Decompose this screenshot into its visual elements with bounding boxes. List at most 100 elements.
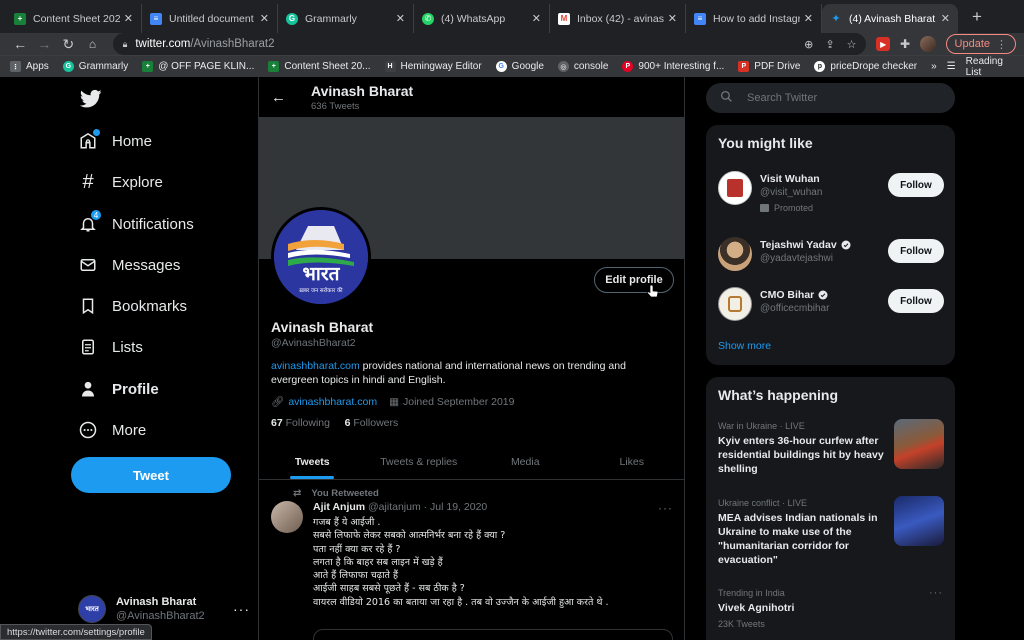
home-icon[interactable]: ⌂ bbox=[80, 37, 104, 51]
star-icon[interactable]: ☆ bbox=[847, 38, 857, 51]
close-icon[interactable]: ✕ bbox=[396, 12, 405, 25]
close-icon[interactable]: ✕ bbox=[804, 12, 813, 25]
tweet-button[interactable]: Tweet bbox=[71, 457, 231, 493]
nav-notifications[interactable]: 4 Notifications bbox=[78, 206, 194, 242]
suggestion-visit-wuhan[interactable]: Visit Wuhan @visit_wuhan Promoted Follow bbox=[706, 163, 955, 225]
tab-whatsapp[interactable]: ✆ (4) WhatsApp ✕ bbox=[414, 4, 550, 33]
tab-media[interactable]: Media bbox=[472, 444, 579, 479]
tab-gmail-inbox[interactable]: MInbox (42) - avinashbl✕ bbox=[550, 4, 686, 33]
tab-likes[interactable]: Likes bbox=[579, 444, 686, 479]
nav-explore[interactable]: # Explore bbox=[78, 164, 162, 200]
tweet-card[interactable]: ⇄ You Retweeted Ajit Anjum @ajitanjum · J… bbox=[259, 481, 685, 640]
trend-kyiv-image bbox=[894, 419, 944, 469]
forward-arrow-icon[interactable]: → bbox=[32, 36, 56, 52]
search-icon bbox=[720, 90, 733, 106]
close-icon[interactable]: ✕ bbox=[260, 12, 269, 25]
tweet-author-avatar[interactable] bbox=[271, 501, 303, 533]
nav-profile[interactable]: Profile bbox=[78, 371, 159, 407]
tab-content-sheet[interactable]: +Content Sheet 2022 -✕ bbox=[6, 4, 142, 33]
edit-profile-button[interactable]: Edit profile bbox=[594, 267, 674, 293]
more-horizontal-icon[interactable]: ··· bbox=[929, 587, 943, 599]
following-link[interactable]: 67 Following bbox=[271, 417, 330, 429]
grammarly-icon: G bbox=[62, 61, 74, 72]
gmail-icon: M bbox=[558, 12, 570, 25]
globe-icon: ◎ bbox=[557, 61, 569, 72]
profile-column: ← Avinash Bharat 636 Tweets भारत ख़बर जन… bbox=[258, 77, 685, 640]
close-icon[interactable]: ✕ bbox=[532, 12, 541, 25]
sheets-icon: + bbox=[268, 61, 280, 72]
show-more-link[interactable]: Show more bbox=[718, 340, 771, 352]
nav-more[interactable]: More bbox=[78, 412, 146, 448]
bookmark-pricedrope[interactable]: p priceDrope checker bbox=[814, 61, 917, 72]
tab-grammarly[interactable]: G Grammarly ✕ bbox=[278, 4, 414, 33]
install-app-icon[interactable]: ⊕ bbox=[804, 38, 813, 51]
tab-twitter-profile[interactable]: ✦(4) Avinash Bharat (@✕ bbox=[822, 4, 958, 33]
suggestion-tejashwi-yadav[interactable]: Tejashwi Yadav @yadavtejashwi Follow bbox=[706, 229, 955, 283]
profile-website-link[interactable]: avinashbharat.com bbox=[288, 396, 377, 408]
share-icon[interactable]: ⇪ bbox=[825, 38, 834, 51]
bookmark-off-page[interactable]: + @ OFF PAGE KLIN... bbox=[142, 61, 254, 72]
tejashwi-yadav-avatar bbox=[718, 237, 752, 271]
update-button[interactable]: Update ⋮ bbox=[945, 34, 1016, 54]
suggestion-cmo-bihar[interactable]: CMO Bihar @officecmbihar Follow bbox=[706, 279, 955, 333]
address-bar[interactable]: 🔒︎ twitter.com/AvinashBharat2 ⊕ ⇪ ☆ bbox=[112, 33, 867, 55]
verified-badge-icon bbox=[841, 240, 851, 250]
tweet-author-name[interactable]: Ajit Anjum bbox=[313, 501, 365, 513]
new-tab-icon[interactable]: + bbox=[972, 7, 982, 27]
profile-name: Avinash Bharat bbox=[271, 319, 374, 335]
close-icon[interactable]: ✕ bbox=[124, 12, 133, 25]
trend-vivek-agnihotri[interactable]: Trending in India Vivek Agnihotri 23K Tw… bbox=[718, 588, 944, 629]
search-input[interactable]: Search Twitter bbox=[706, 83, 955, 113]
follow-button[interactable]: Follow bbox=[888, 239, 944, 263]
nav-home[interactable]: Home bbox=[78, 123, 152, 159]
reading-list-icon[interactable]: ☰ bbox=[947, 61, 956, 72]
account-avatar: भारत bbox=[78, 595, 106, 623]
followers-link[interactable]: 6 Followers bbox=[345, 417, 399, 429]
docs-icon: ≡ bbox=[694, 12, 706, 25]
puzzle-extensions-icon[interactable]: ✚ bbox=[900, 37, 910, 51]
back-arrow-icon[interactable]: ← bbox=[271, 89, 301, 106]
more-horizontal-icon[interactable]: ··· bbox=[658, 501, 673, 515]
bookmark-interesting[interactable]: P 900+ Interesting f... bbox=[622, 61, 724, 72]
reading-list-button[interactable]: Reading List bbox=[966, 56, 1010, 78]
envelope-icon bbox=[78, 255, 98, 275]
extension-red-icon[interactable]: ▶ bbox=[876, 37, 890, 51]
bookmark-content-sheet[interactable]: + Content Sheet 20... bbox=[268, 61, 371, 72]
quoted-tweet[interactable] bbox=[313, 629, 673, 640]
tab-tweets[interactable]: Tweets bbox=[259, 444, 366, 479]
header-profile-name: Avinash Bharat bbox=[311, 82, 414, 99]
follow-button[interactable]: Follow bbox=[888, 173, 944, 197]
profile-avatar[interactable]: भारत ख़बर जन सरोकार की bbox=[271, 207, 371, 307]
tab-instagram-doc[interactable]: ≡How to add Instagram✕ bbox=[686, 4, 822, 33]
tab-tweets-replies[interactable]: Tweets & replies bbox=[366, 444, 473, 479]
bio-link[interactable]: avinashbharat.com bbox=[271, 360, 360, 372]
reload-icon[interactable]: ↻ bbox=[56, 36, 80, 53]
calendar-icon: ▦ bbox=[389, 395, 399, 408]
bookmark-console[interactable]: ◎ console bbox=[557, 61, 608, 72]
list-icon bbox=[78, 337, 98, 357]
bookmark-grammarly[interactable]: G Grammarly bbox=[62, 61, 128, 72]
follow-button[interactable]: Follow bbox=[888, 289, 944, 313]
tab-untitled-document[interactable]: ≡Untitled document - G✕ bbox=[142, 4, 278, 33]
bookmark-apps[interactable]: ⋮ Apps bbox=[10, 61, 49, 72]
bookmark-hemingway[interactable]: H Hemingway Editor bbox=[384, 61, 482, 72]
nav-lists[interactable]: Lists bbox=[78, 329, 143, 365]
twitter-logo-icon[interactable] bbox=[80, 89, 102, 109]
right-sidebar: Search Twitter You might like Visit Wuha… bbox=[706, 77, 956, 640]
bookmark-pdf-drive[interactable]: P PDF Drive bbox=[738, 61, 800, 72]
nav-bookmarks[interactable]: Bookmarks bbox=[78, 288, 187, 324]
who-to-follow-panel: You might like Visit Wuhan @visit_wuhan … bbox=[706, 125, 955, 365]
bookmarks-overflow-icon[interactable]: » bbox=[931, 61, 937, 72]
bookmark-google[interactable]: G Google bbox=[495, 61, 544, 72]
home-icon bbox=[78, 129, 100, 151]
nav-messages[interactable]: Messages bbox=[78, 247, 180, 283]
close-icon[interactable]: ✕ bbox=[941, 12, 950, 25]
close-icon[interactable]: ✕ bbox=[668, 12, 677, 25]
hemingway-icon: H bbox=[384, 61, 396, 72]
twitter-page: Home # Explore 4 Notifications Messages … bbox=[0, 77, 1024, 640]
account-switcher[interactable]: भारत Avinash Bharat @AvinashBharat2 ··· bbox=[78, 591, 250, 627]
notifications-badge: 4 bbox=[90, 209, 102, 221]
browser-profile-avatar[interactable] bbox=[920, 36, 936, 52]
profile-bio: avinashbharat.com provides national and … bbox=[271, 360, 626, 386]
back-arrow-icon[interactable]: ← bbox=[8, 36, 32, 52]
